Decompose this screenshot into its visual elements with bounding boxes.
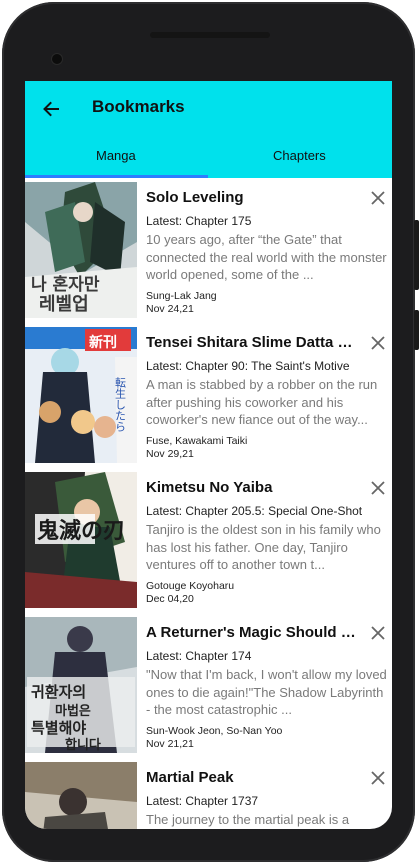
cover-image: 나 혼자만 레벨업 <box>25 182 137 318</box>
bookmark-date: Dec 04,20 <box>146 593 194 605</box>
manga-description: "Now that I'm back, I won't allow my lov… <box>146 667 387 717</box>
manga-authors: Sung-Lak Jang <box>146 290 217 302</box>
bookmark-date: Nov 24,21 <box>146 303 194 315</box>
power-button <box>414 310 419 350</box>
svg-text:합니다: 합니다 <box>65 737 101 753</box>
manga-title: Martial Peak <box>146 769 234 786</box>
svg-text:転生したら: 転生したら <box>114 377 127 432</box>
svg-text:新刊: 新刊 <box>89 334 117 351</box>
manga-description: The journey to the martial peak is a lon… <box>146 812 350 827</box>
tab-chapters[interactable]: Chapters <box>273 148 326 163</box>
manga-title: Tensei Shitara Slime Datta Ken <box>146 334 356 351</box>
manga-description: A man is stabbed by a robber on the run … <box>146 377 378 427</box>
cover-image: 新刊 転生したら <box>25 327 137 463</box>
manga-authors: Gotouge Koyoharu <box>146 580 235 592</box>
cover-title-text: 나 혼자만 <box>31 274 100 295</box>
phone-frame: Bookmarks Manga Chapters 나 혼자만 레벨업 Solo … <box>0 0 419 864</box>
manga-description: 10 years ago, after “the Gate” that conn… <box>146 232 387 282</box>
list-item[interactable]: 新刊 転生したら Tensei Shitara Slime Datta Ken … <box>25 327 392 463</box>
latest-chapter: Latest: Chapter 1737 <box>146 794 259 808</box>
svg-text:마법은: 마법은 <box>55 703 91 719</box>
close-icon[interactable] <box>370 190 386 206</box>
manga-title: A Returner's Magic Should Be Special <box>146 624 356 641</box>
latest-chapter: Latest: Chapter 90: The Saint's Motive <box>146 359 350 373</box>
page-title: Bookmarks <box>92 97 185 116</box>
app-bar: Bookmarks Manga Chapters <box>25 81 392 178</box>
arrow-left-icon <box>43 101 59 117</box>
latest-chapter: Latest: Chapter 174 <box>146 649 252 663</box>
manga-title: Kimetsu No Yaiba <box>146 479 273 496</box>
tab-manga[interactable]: Manga <box>96 148 136 163</box>
manga-title: Solo Leveling <box>146 189 244 206</box>
list-item[interactable]: 귀환자의 마법은 특별해야 합니다 A Returner's Magic Sho… <box>25 617 392 753</box>
close-icon[interactable] <box>370 480 386 496</box>
manga-authors: Sun-Wook Jeon, So-Nan Yoo <box>146 725 283 737</box>
svg-text:특별해야: 특별해야 <box>31 719 86 737</box>
bookmark-date: Nov 21,21 <box>146 738 194 750</box>
manga-description: Tanjiro is the oldest son in his family … <box>146 522 381 572</box>
close-icon[interactable] <box>370 335 386 351</box>
svg-text:레벨업: 레벨업 <box>39 294 89 315</box>
volume-button <box>414 220 419 290</box>
list-item[interactable]: 나 혼자만 레벨업 Solo Leveling Latest: Chapter … <box>25 182 392 318</box>
cover-image: 鬼滅の刃 <box>25 472 137 608</box>
latest-chapter: Latest: Chapter 205.5: Special One-Shot <box>146 504 363 518</box>
manga-authors: Fuse, Kawakami Taiki <box>146 435 248 447</box>
list-item[interactable]: 鬼滅の刃 Kimetsu No Yaiba Latest: Chapter 20… <box>25 472 392 608</box>
back-button[interactable] <box>35 93 67 125</box>
svg-text:鬼滅の刃: 鬼滅の刃 <box>37 518 125 544</box>
svg-text:귀환자의: 귀환자의 <box>31 683 86 701</box>
latest-chapter: Latest: Chapter 175 <box>146 214 252 228</box>
speaker-grille <box>150 32 270 38</box>
bookmark-date: Nov 29,21 <box>146 448 194 460</box>
app-screen: Bookmarks Manga Chapters 나 혼자만 레벨업 Solo … <box>25 81 392 829</box>
tab-indicator <box>25 175 208 178</box>
close-icon[interactable] <box>370 625 386 641</box>
cover-image <box>25 762 137 829</box>
camera-icon <box>52 54 62 64</box>
close-icon[interactable] <box>370 770 386 786</box>
list-item[interactable]: Martial Peak Latest: Chapter 1737 The jo… <box>25 762 392 829</box>
cover-image: 귀환자의 마법은 특별해야 합니다 <box>25 617 137 753</box>
